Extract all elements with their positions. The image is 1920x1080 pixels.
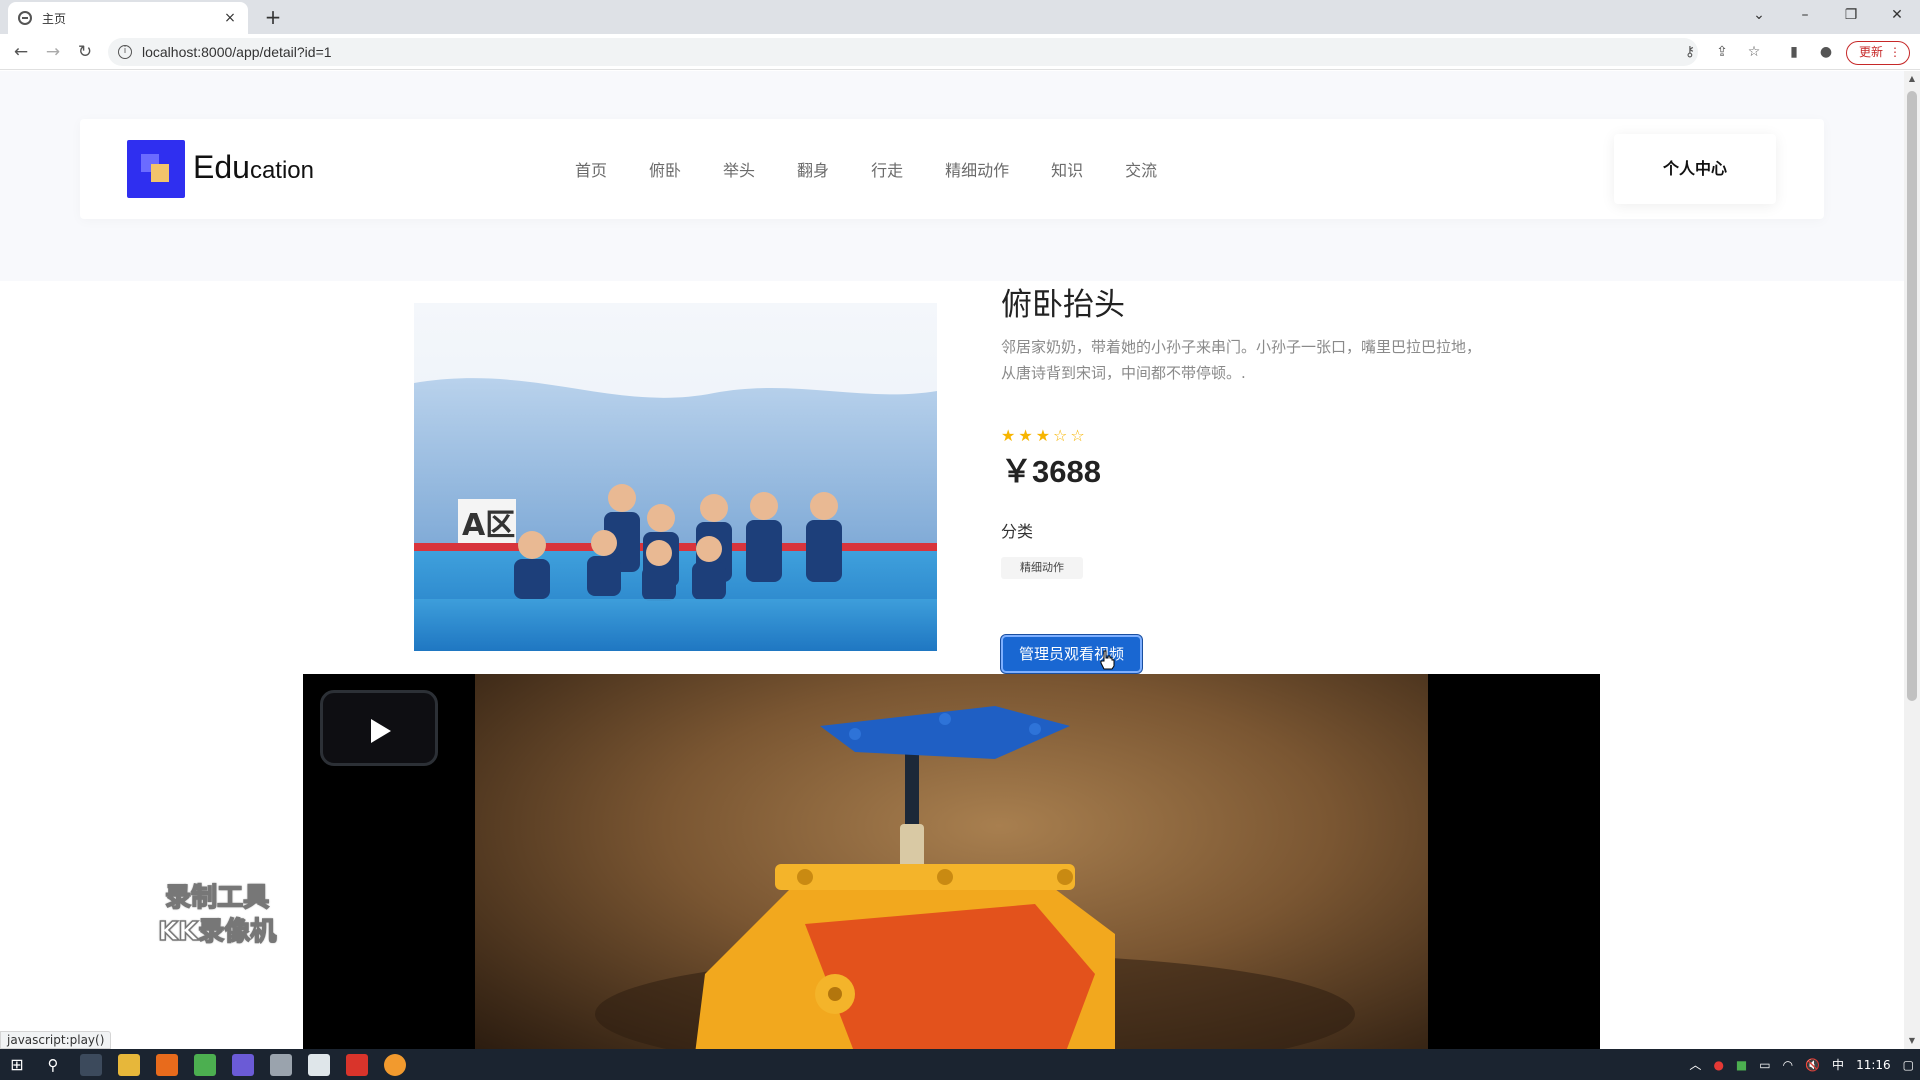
chrome-app-icon[interactable] — [80, 1054, 102, 1076]
search-app-icon[interactable] — [156, 1054, 178, 1076]
page-viewport: Education 首页 俯卧 举头 翻身 行走 精细动作 知识 交流 个人中心 — [0, 71, 1904, 1049]
menu-item-roll-over[interactable]: 翻身 — [797, 157, 829, 181]
category-tag[interactable]: 精细动作 — [1001, 557, 1083, 579]
watermark-line-2: KK录像机 — [157, 916, 277, 948]
rating-stars: ★ ★ ★ ☆ ☆ — [1001, 426, 1088, 445]
product-description: 邻居家奶奶，带着她的小孙子来串门。小孙子一张口，嘴里巴拉巴拉地，从唐诗背到宋词，… — [1001, 338, 1482, 382]
menu-item-prone[interactable]: 俯卧 — [649, 157, 681, 181]
notepad-app-icon[interactable] — [308, 1054, 330, 1076]
logo-text-small: cation — [249, 157, 314, 184]
bookmark-star-icon[interactable]: ☆ — [1744, 42, 1764, 62]
product-image: A区 — [414, 303, 937, 651]
menu-item-home[interactable]: 首页 — [575, 157, 607, 181]
menu-item-head-lift[interactable]: 举头 — [723, 157, 755, 181]
menu-item-community[interactable]: 交流 — [1125, 157, 1157, 181]
hand-cursor-icon — [1100, 650, 1115, 670]
url-text: localhost:8000/app/detail?id=1 — [142, 44, 332, 60]
side-panel-icon[interactable]: ▮ — [1784, 42, 1804, 62]
photos-app-icon[interactable] — [232, 1054, 254, 1076]
scroll-thumb[interactable] — [1907, 91, 1917, 701]
recorder-watermark: 录制工具 KK录像机 — [157, 881, 277, 949]
battery-icon[interactable]: ▭ — [1759, 1058, 1770, 1072]
minimize-icon[interactable]: – — [1782, 0, 1828, 30]
admin-watch-video-button[interactable]: 管理员观看视频 — [1001, 635, 1142, 673]
main-menu: 首页 俯卧 举头 翻身 行走 精细动作 知识 交流 — [575, 157, 1199, 181]
browser-tab[interactable]: 主页 × — [8, 2, 248, 34]
volume-muted-icon[interactable]: 🔇 — [1805, 1058, 1820, 1072]
notification-icon[interactable]: ▢ — [1903, 1058, 1914, 1072]
tab-search-icon[interactable]: ⌄ — [1736, 0, 1782, 30]
star-empty-icon: ☆ — [1053, 426, 1068, 445]
menu-item-fine-motor[interactable]: 精细动作 — [945, 157, 1009, 181]
profile-icon[interactable]: ● — [1816, 42, 1836, 62]
more-icon: ⋮ — [1889, 45, 1901, 59]
menu-item-knowledge[interactable]: 知识 — [1051, 157, 1083, 181]
update-label: 更新 — [1859, 45, 1884, 59]
scroll-down-icon[interactable]: ▼ — [1904, 1033, 1920, 1049]
page-scrollbar[interactable]: ▲ ▼ — [1904, 71, 1920, 1049]
update-button[interactable]: 更新 ⋮ — [1846, 41, 1910, 65]
recorder-app-icon[interactable] — [384, 1054, 406, 1076]
star-filled-icon: ★ — [1035, 426, 1051, 445]
restore-icon[interactable]: ❐ — [1828, 0, 1874, 30]
menu-item-walking[interactable]: 行走 — [871, 157, 903, 181]
search-icon[interactable]: ⚲ — [42, 1054, 64, 1076]
logo-text-big: Edu — [193, 149, 250, 185]
watermark-line-1: 录制工具 — [164, 882, 270, 914]
globe-icon — [18, 11, 32, 25]
video-play-button[interactable] — [320, 690, 438, 766]
user-center-button[interactable]: 个人中心 — [1614, 134, 1776, 204]
status-link-preview: javascript:play() — [0, 1031, 112, 1049]
wifi-icon[interactable]: ◠ — [1783, 1058, 1793, 1072]
video-player[interactable] — [303, 674, 1600, 1049]
tab-title: 主页 — [42, 11, 67, 26]
star-empty-icon: ☆ — [1070, 426, 1085, 445]
green-app-icon[interactable] — [194, 1054, 216, 1076]
share-icon[interactable]: ⇪ — [1712, 42, 1732, 62]
play-icon — [371, 719, 391, 743]
ime-indicator[interactable]: 中 — [1832, 1056, 1844, 1073]
browser-toolbar: ← → ↻ i localhost:8000/app/detail?id=1 ⚷… — [0, 34, 1920, 70]
system-tray: ︿ ● ■ ▭ ◠ 🔇 中 11:16 ▢ — [1683, 1049, 1920, 1080]
scroll-up-icon[interactable]: ▲ — [1904, 71, 1920, 87]
security-tray-icon[interactable]: ● — [1713, 1058, 1723, 1072]
pool-sign-text: A区 — [462, 508, 515, 543]
back-icon[interactable]: ← — [9, 40, 33, 64]
logo-text[interactable]: Education — [193, 149, 314, 186]
product-title: 俯卧抬头 — [1001, 287, 1125, 323]
reload-icon[interactable]: ↻ — [73, 40, 97, 64]
browser-titlebar: 主页 × + ⌄ – ❐ ✕ — [0, 0, 1920, 34]
product-price: ￥3688 — [1001, 454, 1101, 489]
clock[interactable]: 11:16 — [1856, 1058, 1891, 1072]
logo-icon[interactable] — [127, 140, 185, 198]
site-info-icon[interactable]: i — [118, 45, 132, 59]
file-explorer-icon[interactable] — [118, 1054, 140, 1076]
tab-close-icon[interactable]: × — [222, 10, 238, 26]
star-filled-icon: ★ — [1018, 426, 1033, 445]
tray-expand-icon[interactable]: ︿ — [1689, 1056, 1701, 1073]
category-label: 分类 — [1001, 522, 1034, 541]
window-close-icon[interactable]: ✕ — [1874, 0, 1920, 30]
forward-icon[interactable]: → — [41, 40, 65, 64]
settings-app-icon[interactable] — [270, 1054, 292, 1076]
windows-start-icon[interactable]: ⊞ — [6, 1054, 28, 1076]
site-navbar: Education 首页 俯卧 举头 翻身 行走 精细动作 知识 交流 个人中心 — [80, 119, 1824, 219]
new-tab-button[interactable]: + — [260, 4, 286, 30]
key-icon[interactable]: ⚷ — [1680, 42, 1700, 62]
app-tray-icon[interactable]: ■ — [1736, 1058, 1747, 1072]
video-frame — [475, 674, 1428, 1049]
wps-app-icon[interactable] — [346, 1054, 368, 1076]
address-bar[interactable]: i localhost:8000/app/detail?id=1 — [108, 38, 1698, 66]
windows-taskbar: ⊞ ⚲ ︿ ● ■ ▭ ◠ 🔇 中 11:16 ▢ — [0, 1049, 1920, 1080]
star-filled-icon: ★ — [1001, 426, 1016, 445]
